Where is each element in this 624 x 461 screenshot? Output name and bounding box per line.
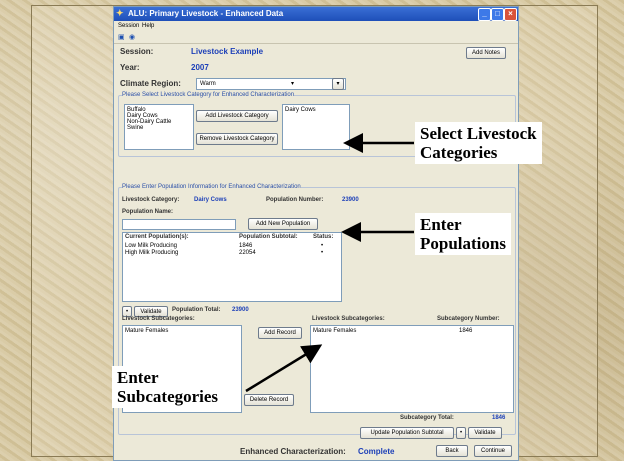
callout-arrows	[245, 133, 414, 393]
arrow-subcategories	[245, 344, 323, 393]
